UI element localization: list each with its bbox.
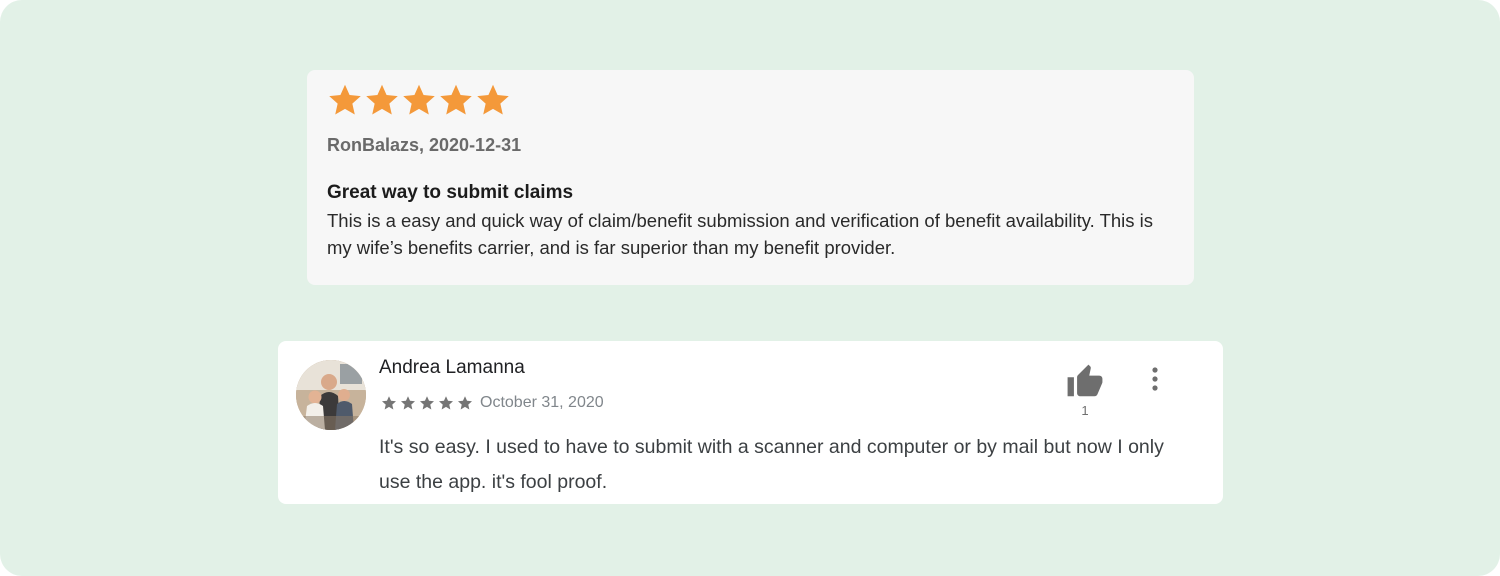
review-author-date: RonBalazs, 2020-12-31 <box>327 135 522 155</box>
helpful-button[interactable] <box>1066 363 1104 401</box>
star-icon <box>439 396 453 410</box>
helpful-count: 1 <box>1081 403 1089 418</box>
star-icon <box>440 84 472 115</box>
avatar <box>296 360 366 430</box>
star-icon <box>477 84 509 115</box>
star-rating <box>381 395 473 411</box>
star-icon <box>401 396 415 410</box>
playstore-review-card: Andrea Lamanna October 31, 2020 1 It's s… <box>278 341 1223 504</box>
review-body: This is a easy and quick way of claim/be… <box>327 210 1154 258</box>
avatar-photo <box>296 360 366 430</box>
review-date: October 31, 2020 <box>480 394 604 411</box>
thumbs-up-icon <box>1067 364 1103 397</box>
star-icon <box>366 84 398 115</box>
star-icon <box>458 396 472 410</box>
appstore-review-card: RonBalazs, 2020-12-31 Great way to submi… <box>307 70 1194 285</box>
star-icon <box>403 84 435 115</box>
more-vert-icon <box>1152 367 1158 391</box>
star-icon <box>420 396 434 410</box>
screenshot-background: RonBalazs, 2020-12-31 Great way to submi… <box>0 0 1500 576</box>
star-rating <box>327 82 511 118</box>
star-icon <box>329 84 361 115</box>
more-options-button[interactable] <box>1142 365 1168 395</box>
star-icon <box>382 396 396 410</box>
review-title: Great way to submit claims <box>327 182 574 203</box>
review-body: It's so easy. I used to have to submit w… <box>379 436 1164 493</box>
reviewer-name: Andrea Lamanna <box>379 357 525 378</box>
rating-row: October 31, 2020 <box>381 394 604 412</box>
